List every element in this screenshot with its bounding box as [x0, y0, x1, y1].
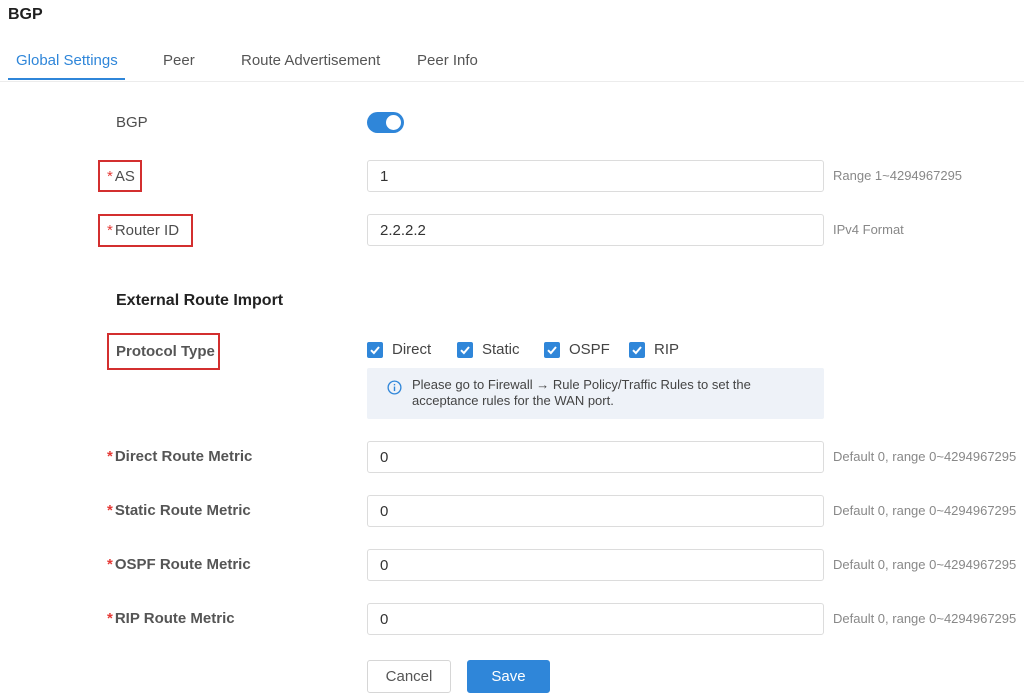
checkbox-label: OSPF — [569, 341, 610, 358]
section-title-external-route-import: External Route Import — [116, 292, 284, 309]
rip-route-metric-label: * RIP Route Metric — [107, 610, 235, 627]
static-route-metric-label: * Static Route Metric — [107, 502, 251, 519]
checkbox-checked-icon — [544, 342, 560, 358]
as-label: * AS — [107, 168, 135, 185]
bgp-toggle[interactable] — [367, 112, 404, 133]
rip-route-metric-input[interactable] — [367, 603, 824, 635]
ospf-route-metric-hint: Default 0, range 0~4294967295 — [833, 557, 1017, 572]
protocol-type-label: Protocol Type — [116, 343, 215, 360]
static-route-metric-label-text: Static Route Metric — [114, 502, 251, 519]
ospf-route-metric-label: * OSPF Route Metric — [107, 556, 251, 573]
save-button[interactable]: Save — [467, 660, 550, 693]
checkbox-checked-icon — [367, 342, 383, 358]
required-mark: * — [107, 502, 113, 519]
tab-bar: Global Settings Peer Route Advertisement… — [0, 40, 1024, 82]
as-label-text: AS — [114, 168, 135, 185]
direct-route-metric-label-text: Direct Route Metric — [114, 448, 253, 465]
notice-text: Please go to Firewall → Rule Policy/Traf… — [412, 377, 751, 408]
required-mark: * — [107, 448, 113, 465]
router-id-label-text: Router ID — [114, 222, 180, 239]
checkbox-label: Static — [482, 341, 520, 358]
required-mark: * — [107, 222, 113, 239]
checkbox-checked-icon — [629, 342, 645, 358]
tab-global-settings[interactable]: Global Settings — [16, 52, 118, 69]
rip-route-metric-label-text: RIP Route Metric — [114, 610, 235, 627]
active-tab-indicator — [8, 78, 125, 80]
checkbox-checked-icon — [457, 342, 473, 358]
cancel-button[interactable]: Cancel — [367, 660, 451, 693]
rip-route-metric-hint: Default 0, range 0~4294967295 — [833, 611, 1017, 626]
router-id-hint: IPv4 Format — [833, 222, 904, 237]
bgp-label: BGP — [116, 114, 148, 131]
tab-peer-info[interactable]: Peer Info — [417, 52, 478, 69]
info-icon — [387, 380, 402, 395]
page-title: BGP — [8, 6, 43, 23]
required-mark: * — [107, 168, 113, 185]
direct-route-metric-input[interactable] — [367, 441, 824, 473]
tab-route-advertisement[interactable]: Route Advertisement — [241, 52, 380, 69]
as-input[interactable] — [367, 160, 824, 192]
toggle-knob — [386, 115, 401, 130]
router-id-input[interactable] — [367, 214, 824, 246]
checkbox-label: Direct — [392, 341, 432, 358]
static-route-metric-hint: Default 0, range 0~4294967295 — [833, 503, 1017, 518]
firewall-notice: Please go to Firewall → Rule Policy/Traf… — [367, 368, 824, 419]
checkbox-label: RIP — [654, 341, 680, 358]
as-hint: Range 1~4294967295 — [833, 168, 963, 183]
required-mark: * — [107, 610, 113, 627]
direct-route-metric-hint: Default 0, range 0~4294967295 — [833, 449, 1017, 464]
tab-peer[interactable]: Peer — [163, 52, 195, 69]
static-route-metric-input[interactable] — [367, 495, 824, 527]
ospf-route-metric-input[interactable] — [367, 549, 824, 581]
ospf-route-metric-label-text: OSPF Route Metric — [114, 556, 251, 573]
direct-route-metric-label: * Direct Route Metric — [107, 448, 252, 465]
router-id-label: * Router ID — [107, 222, 179, 239]
required-mark: * — [107, 556, 113, 573]
